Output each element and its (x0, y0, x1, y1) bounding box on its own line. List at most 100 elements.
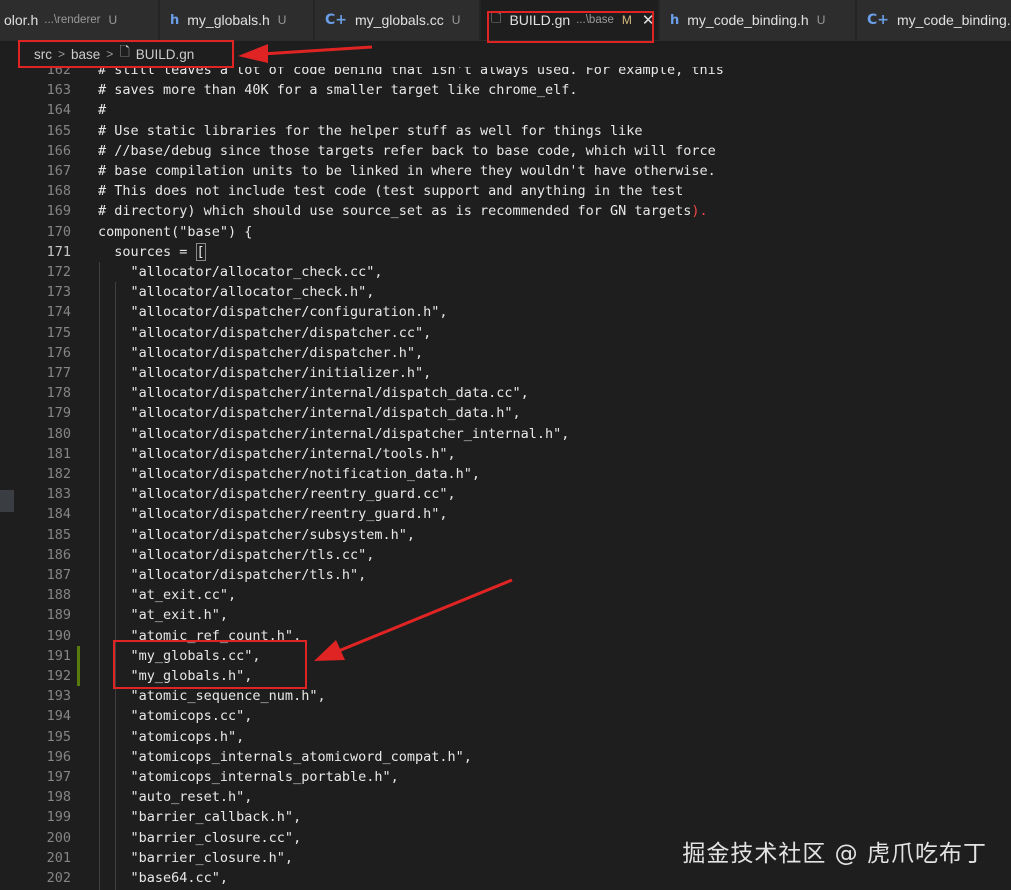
code-line[interactable]: 185 "allocator/dispatcher/subsystem.h", (0, 525, 1011, 545)
code-line[interactable]: 180 "allocator/dispatcher/internal/dispa… (0, 424, 1011, 444)
tab-label: BUILD.gn (509, 12, 571, 28)
line-number: 188 (46, 587, 71, 604)
code-line[interactable]: 167 # base compilation units to be linked… (0, 161, 1011, 181)
code-line[interactable]: 199 "barrier_callback.h", (0, 807, 1011, 827)
line-code: "allocator/dispatcher/tls.cc", (98, 546, 375, 563)
line-number: 195 (46, 728, 71, 745)
code-line[interactable]: 176 "allocator/dispatcher/dispatcher.h", (0, 343, 1011, 363)
line-number: 191 (46, 647, 71, 664)
code-editor[interactable]: 162 # still leaves a lot of code behind t… (0, 60, 1011, 890)
chevron-right-icon: > (58, 47, 66, 61)
file-icon: 🗋 (119, 45, 130, 60)
code-line[interactable]: 178 "allocator/dispatcher/internal/dispa… (0, 383, 1011, 403)
tab-color-h[interactable]: olor.h ...\renderer U (0, 0, 159, 40)
tab-git-status: U (451, 13, 461, 27)
code-line[interactable]: 198 "auto_reset.h", (0, 787, 1011, 807)
line-code: # base compilation units to be linked in… (98, 163, 716, 179)
line-code: "atomicops_internals_portable.h", (98, 769, 399, 785)
line-code: "allocator/dispatcher/dispatcher.cc", (98, 324, 432, 341)
code-line[interactable]: 188 "at_exit.cc", (0, 585, 1011, 605)
code-line[interactable]: 195 "atomicops.h", (0, 727, 1011, 747)
breadcrumb-base[interactable]: base (71, 47, 100, 62)
line-code: "at_exit.cc", (98, 587, 237, 604)
line-code: "allocator/dispatcher/initializer.h", (98, 365, 432, 381)
line-number: 175 (46, 324, 71, 341)
line-code: "allocator/dispatcher/internal/dispatche… (98, 425, 570, 442)
code-line[interactable]: 196 "atomicops_internals_atomicword_comp… (0, 747, 1011, 767)
line-code: "allocator/dispatcher/reentry_guard.cc", (98, 486, 456, 503)
line-code: component("base") { (98, 223, 253, 240)
code-line[interactable]: 197 "atomicops_internals_portable.h", (0, 767, 1011, 787)
editor-tab-bar: olor.h ...\renderer U h my_globals.h U C… (0, 0, 1011, 41)
code-line[interactable]: 163 # saves more than 40K for a smaller t… (0, 80, 1011, 100)
line-code: "atomic_ref_count.h", (98, 627, 302, 644)
line-code: # (98, 102, 107, 119)
tab-my-globals-h[interactable]: h my_globals.h U (160, 0, 314, 40)
line-number: 189 (46, 607, 71, 624)
tab-build-gn[interactable]: 🗋 BUILD.gn ...\base M ✕ (481, 0, 659, 40)
tab-my-code-binding-cc[interactable]: C+ my_code_binding.cc (857, 0, 1011, 40)
close-icon[interactable]: ✕ (642, 11, 655, 29)
code-line[interactable]: 182 "allocator/dispatcher/notification_d… (0, 464, 1011, 484)
code-line[interactable]: 169 # directory) which should use source_… (0, 201, 1011, 221)
line-code: "atomic_sequence_num.h", (98, 688, 326, 705)
document-file-icon: 🗋 (491, 11, 502, 26)
line-code: "atomicops.cc", (98, 708, 253, 725)
line-number: 163 (46, 82, 71, 99)
code-line[interactable]: 171 sources = [ (0, 242, 1011, 262)
code-line[interactable]: 184 "allocator/dispatcher/reentry_guard.… (0, 504, 1011, 524)
header-file-icon: h (170, 12, 180, 28)
line-number: 176 (46, 344, 71, 361)
code-line[interactable]: 168 # This does not include test code (te… (0, 181, 1011, 201)
line-number: 183 (46, 486, 71, 503)
line-code: "allocator/dispatcher/subsystem.h", (98, 526, 415, 543)
code-line[interactable]: 193 "atomic_sequence_num.h", (0, 686, 1011, 706)
code-line[interactable]: 177 "allocator/dispatcher/initializer.h"… (0, 363, 1011, 383)
code-line[interactable]: 173 "allocator/allocator_check.h", (0, 282, 1011, 302)
code-line[interactable]: 164 # (0, 100, 1011, 120)
line-code: # //base/debug since those targets refer… (98, 142, 716, 159)
code-line[interactable]: 192 "my_globals.h", (0, 666, 1011, 686)
line-code: "barrier_closure.h", (98, 849, 294, 866)
tab-my-code-binding-h[interactable]: h my_code_binding.h U (660, 0, 856, 40)
line-code: "allocator/allocator_check.h", (98, 284, 375, 301)
line-number: 196 (46, 748, 71, 765)
code-line[interactable]: 170 component("base") { (0, 222, 1011, 242)
line-code: "atomicops_internals_atomicword_compat.h… (98, 748, 472, 765)
code-line[interactable]: 181 "allocator/dispatcher/internal/tools… (0, 444, 1011, 464)
code-line[interactable]: 172 "allocator/allocator_check.cc", (0, 262, 1011, 282)
code-line[interactable]: 174 "allocator/dispatcher/configuration.… (0, 302, 1011, 322)
line-code: # saves more than 40K for a smaller targ… (98, 82, 578, 99)
line-code: sources = [ (98, 242, 206, 261)
line-number: 194 (46, 708, 71, 725)
code-line[interactable]: 194 "atomicops.cc", (0, 706, 1011, 726)
code-line[interactable]: 183 "allocator/dispatcher/reentry_guard.… (0, 484, 1011, 504)
tab-my-globals-cc[interactable]: C+ my_globals.cc U (315, 0, 480, 40)
line-number: 164 (46, 102, 71, 119)
code-line[interactable]: 175 "allocator/dispatcher/dispatcher.cc"… (0, 323, 1011, 343)
code-line[interactable]: 165 # Use static libraries for the helper… (0, 121, 1011, 141)
code-line[interactable]: 189 "at_exit.h", (0, 605, 1011, 625)
line-code: "barrier_closure.cc", (98, 829, 302, 846)
bracket-match-box: [ (195, 242, 206, 261)
tab-label: my_code_binding.h (687, 12, 809, 28)
line-number: 185 (46, 526, 71, 543)
code-line[interactable]: 190 "atomic_ref_count.h", (0, 626, 1011, 646)
line-number: 193 (46, 688, 71, 705)
code-line[interactable]: 187 "allocator/dispatcher/tls.h", (0, 565, 1011, 585)
code-line[interactable]: 191 "my_globals.cc", (0, 646, 1011, 666)
code-line[interactable]: 179 "allocator/dispatcher/internal/dispa… (0, 403, 1011, 423)
cpp-file-icon: C+ (325, 12, 348, 28)
breadcrumb-file[interactable]: BUILD.gn (136, 47, 195, 62)
tab-label: olor.h (4, 12, 39, 28)
line-number: 179 (46, 405, 71, 422)
breadcrumb: src > base > 🗋 BUILD.gn (0, 41, 1011, 67)
code-line[interactable]: 202 "base64.cc", (0, 868, 1011, 888)
code-line[interactable]: 166 # //base/debug since those targets re… (0, 141, 1011, 161)
line-number: 167 (46, 163, 71, 179)
line-code: "my_globals.h", (98, 668, 253, 684)
code-line[interactable]: 186 "allocator/dispatcher/tls.cc", (0, 545, 1011, 565)
breadcrumb-src[interactable]: src (34, 47, 52, 62)
tab-git-status: U (277, 13, 287, 27)
line-number: 174 (46, 304, 71, 321)
